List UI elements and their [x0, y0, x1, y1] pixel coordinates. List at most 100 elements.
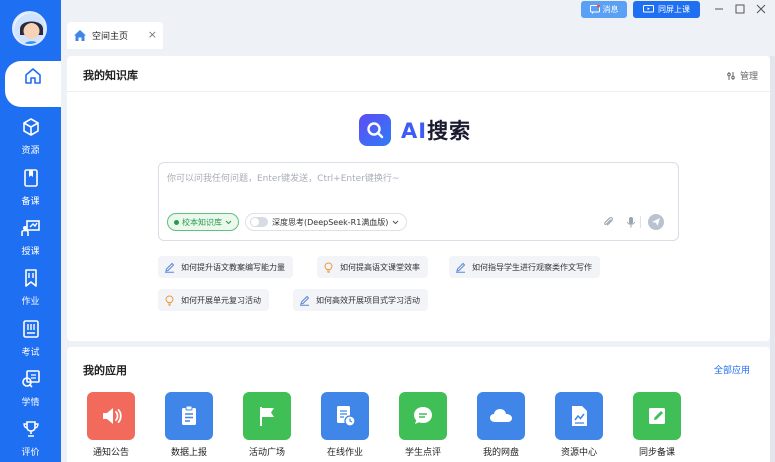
manage-label: 管理 — [739, 72, 758, 82]
suggestion-label: 如何开展单元复习活动 — [181, 295, 261, 305]
scrollbar[interactable] — [770, 56, 775, 462]
nav-item-exam[interactable]: 考试 — [0, 314, 61, 360]
nav-item-label: 作业 — [21, 297, 40, 307]
app-notice[interactable]: 通知公告 — [81, 392, 141, 458]
app-label: 资源中心 — [560, 448, 597, 458]
ai-search-title: AI搜索 — [401, 115, 471, 145]
minimize-icon[interactable] — [713, 3, 725, 15]
deep-thinking-toggle[interactable] — [250, 217, 268, 227]
toolbar-separator — [640, 216, 641, 228]
bulb-icon — [165, 294, 174, 306]
app-label: 学生点评 — [404, 448, 441, 458]
comment-icon — [399, 392, 447, 440]
ai-search-input[interactable]: 你可以问我任何问题，Enter键发送，Ctrl+Enter键换行~ 校本知识库 … — [158, 162, 679, 241]
suggestion-chip[interactable]: 如何高效开展项目式学习活动 — [293, 289, 428, 311]
chevron-down-icon — [225, 220, 232, 224]
ai-search-logo: AI搜索 — [359, 114, 471, 146]
app-label: 通知公告 — [92, 448, 129, 458]
nav-item-resources[interactable]: 资源 — [0, 112, 61, 158]
nav-item-analytics[interactable]: 学情 — [0, 364, 61, 410]
home-icon — [74, 30, 86, 41]
app-label: 同步备课 — [638, 448, 675, 458]
suggestion-chip[interactable]: 如何开展单元复习活动 — [158, 289, 269, 311]
message-icon — [589, 5, 600, 14]
suggestion-label: 如何提高语文课堂效率 — [340, 262, 420, 272]
ai-logo-text: 搜索 — [427, 119, 472, 143]
screen-share-button[interactable]: 同屏上课 — [633, 1, 700, 18]
exam-icon — [19, 317, 43, 341]
app-data-report[interactable]: 数据上报 — [159, 392, 219, 458]
settings-sliders-icon — [727, 71, 735, 80]
attachment-icon[interactable] — [601, 215, 615, 229]
app-my-drive[interactable]: 我的网盘 — [471, 392, 531, 458]
message-label: 消息 — [602, 5, 619, 14]
suggestion-chip[interactable]: 如何指导学生进行观察类作文写作 — [449, 256, 600, 278]
document-clock-icon — [321, 392, 369, 440]
suggestion-chip[interactable]: 如何提升语文教案编写能力量 — [158, 256, 293, 278]
notebook-icon — [19, 166, 43, 190]
nav-item-label: 授课 — [21, 247, 40, 257]
nav-item-label: 资源 — [21, 146, 40, 156]
message-button[interactable]: 消息 — [581, 1, 627, 18]
flag-icon — [243, 392, 291, 440]
my-apps-title: 我的应用 — [83, 364, 127, 377]
pen-icon — [300, 295, 310, 306]
school-knowledge-base-chip[interactable]: 校本知识库 — [167, 213, 239, 231]
my-apps-panel: 我的应用 全部应用 通知公告 数据上报 活动广场 在线作业 学生点评 我的网盘 … — [67, 347, 770, 462]
suggestion-label: 如何指导学生进行观察类作文写作 — [472, 262, 592, 272]
app-student-review[interactable]: 学生点评 — [393, 392, 453, 458]
speaker-icon — [87, 392, 135, 440]
deep-thinking-chip[interactable]: 深度思考(DeepSeek-R1满血版) — [245, 213, 408, 231]
app-sync-prep[interactable]: 同步备课 — [627, 392, 687, 458]
chevron-down-icon — [393, 220, 399, 224]
app-activity-square[interactable]: 活动广场 — [237, 392, 297, 458]
app-label: 活动广场 — [248, 448, 285, 458]
maximize-icon[interactable] — [734, 3, 746, 15]
manage-button[interactable]: 管理 — [726, 69, 758, 82]
suggestion-chip[interactable]: 如何提高语文课堂效率 — [317, 256, 428, 278]
nav-item-lesson-prep[interactable]: 备课 — [0, 163, 61, 209]
bulb-icon — [324, 261, 333, 273]
pen-icon — [165, 262, 175, 273]
pen-icon — [456, 262, 466, 273]
all-apps-link[interactable]: 全部应用 — [714, 363, 750, 376]
nav-item-label: 备课 — [21, 197, 40, 207]
suggestion-label: 如何高效开展项目式学习活动 — [316, 295, 420, 305]
nav-item-teaching[interactable]: 授课 — [0, 213, 61, 259]
knowledge-base-panel: 我的知识库 管理 AI搜索 你可以问我任何问题，Enter键发送，Ctrl+En… — [67, 56, 770, 341]
cube-icon — [19, 115, 43, 139]
clipboard-icon — [165, 392, 213, 440]
nav-item-homework[interactable]: 作业 — [0, 263, 61, 309]
app-label: 在线作业 — [326, 448, 363, 458]
tab-home[interactable]: 空间主页 × — [67, 22, 163, 49]
send-button[interactable] — [648, 214, 664, 230]
cloud-icon — [477, 392, 525, 440]
app-label: 我的网盘 — [482, 448, 519, 458]
left-nav: 主页 资源 备课 授课 作业 考试 学情 评价 — [0, 0, 61, 462]
homework-icon — [19, 266, 43, 290]
screen-icon — [643, 5, 654, 13]
send-icon — [652, 218, 660, 226]
kb-chip-label: 校本知识库 — [182, 217, 222, 227]
title-bar: 消息 同屏上课 — [61, 0, 775, 22]
tab-close-icon[interactable]: × — [148, 28, 157, 41]
app-online-homework[interactable]: 在线作业 — [315, 392, 375, 458]
microphone-icon[interactable] — [624, 215, 638, 229]
deep-chip-label: 深度思考(DeepSeek-R1满血版) — [272, 217, 389, 227]
ai-search-icon — [359, 114, 391, 146]
search-placeholder: 你可以问我任何问题，Enter键发送，Ctrl+Enter键换行~ — [167, 174, 400, 184]
screen-share-label: 同屏上课 — [658, 5, 690, 14]
suggestion-label: 如何提升语文教案编写能力量 — [181, 262, 285, 272]
app-resource-center[interactable]: 资源中心 — [549, 392, 609, 458]
nav-item-label: 学情 — [21, 398, 40, 408]
edit-icon — [633, 392, 681, 440]
nav-item-label: 评价 — [21, 448, 40, 458]
app-label: 数据上报 — [170, 448, 207, 458]
status-dot — [174, 219, 179, 225]
tab-label: 空间主页 — [92, 32, 129, 42]
nav-item-label: 考试 — [21, 348, 40, 358]
nav-item-evaluation[interactable]: 评价 — [0, 414, 61, 460]
close-icon[interactable] — [755, 3, 767, 15]
avatar[interactable] — [12, 11, 47, 46]
home-icon — [21, 64, 45, 88]
